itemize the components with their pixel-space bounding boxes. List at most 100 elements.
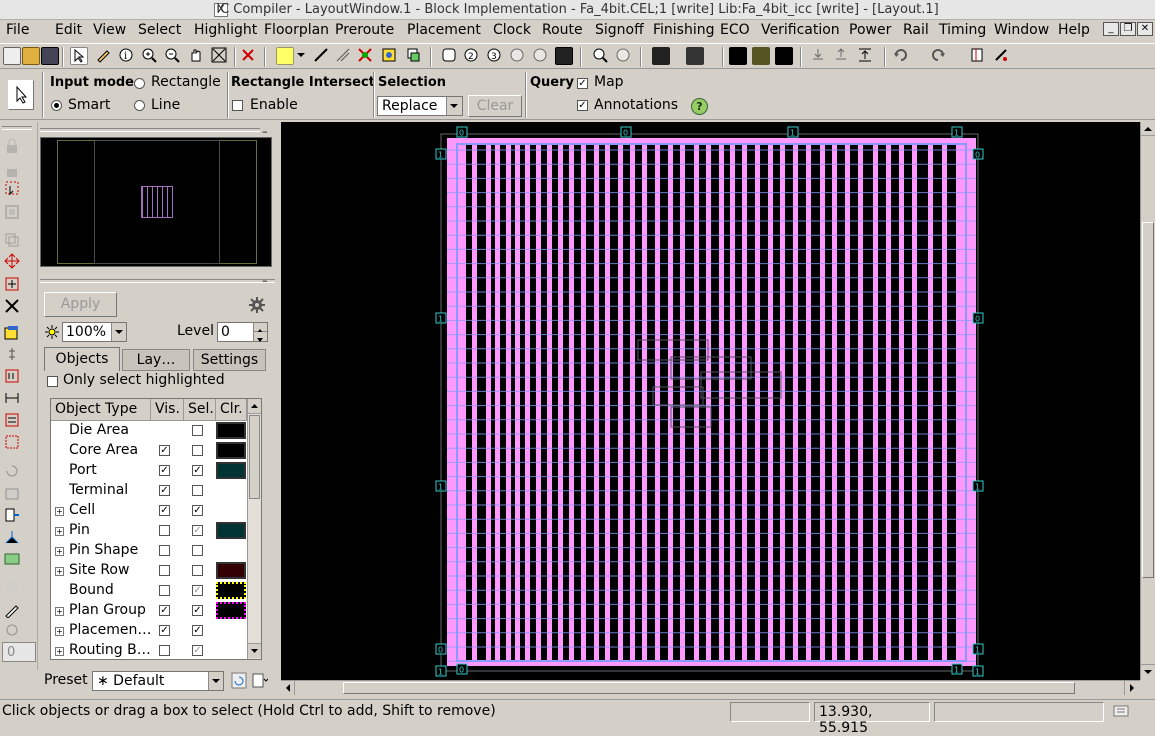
level-spinner[interactable]: 0 <box>217 322 268 342</box>
table-row[interactable]: + Placemen… ✓ ✓ <box>51 621 247 641</box>
table-row[interactable]: + Pin Shape <box>51 541 247 561</box>
selection-mode-select[interactable]: Replace <box>377 96 463 116</box>
align-icon[interactable] <box>857 47 875 65</box>
measure-icon[interactable] <box>335 47 353 65</box>
align-left-icon[interactable] <box>4 368 22 384</box>
menu-edit[interactable]: Edit <box>55 22 82 38</box>
color-swatch[interactable] <box>216 562 246 579</box>
menu-view[interactable]: View <box>93 22 126 38</box>
scroll-down-icon[interactable] <box>248 643 261 658</box>
table-row[interactable]: + Routing B… ✓ <box>51 641 247 659</box>
expand-icon[interactable]: + <box>55 627 64 636</box>
menu-verification[interactable]: Verification <box>761 22 840 38</box>
selectable-checkbox[interactable] <box>192 485 203 496</box>
pin-tool-icon[interactable] <box>4 507 22 523</box>
color-swatch[interactable] <box>216 522 246 539</box>
copy-icon[interactable] <box>4 232 22 248</box>
scroll-right-icon[interactable] <box>1124 681 1138 695</box>
chevron-down-icon[interactable] <box>296 47 306 65</box>
grid-icon[interactable] <box>4 434 22 450</box>
expand-icon[interactable]: + <box>55 507 64 516</box>
save-icon[interactable] <box>41 47 59 65</box>
image-tool-icon[interactable] <box>4 551 22 567</box>
step1-icon[interactable] <box>441 47 459 65</box>
visible-checkbox[interactable]: ✓ <box>159 625 170 636</box>
selectable-checkbox[interactable]: ✓ <box>192 625 203 636</box>
selectable-checkbox[interactable]: ✓ <box>192 585 203 596</box>
pencil-icon[interactable] <box>95 47 113 65</box>
col-object-type[interactable]: Object Type <box>51 399 151 421</box>
unlock-icon[interactable] <box>4 162 22 178</box>
menu-eco[interactable]: ECO <box>720 22 750 38</box>
selectable-checkbox[interactable] <box>192 445 203 456</box>
congestion-icon[interactable] <box>381 47 399 65</box>
selectable-checkbox[interactable]: ✓ <box>192 505 203 516</box>
spinner-down-icon[interactable] <box>253 332 267 342</box>
crosshair-icon[interactable] <box>4 622 22 638</box>
select-region-icon[interactable] <box>4 180 22 196</box>
info-icon[interactable]: i <box>118 47 136 65</box>
redo-icon[interactable] <box>930 47 948 65</box>
forward-icon[interactable] <box>615 47 633 65</box>
color-swatch[interactable] <box>216 582 246 599</box>
selectable-checkbox[interactable]: ✓ <box>192 605 203 616</box>
table-row[interactable]: + Cell ✓ ✓ <box>51 501 247 521</box>
col-visible[interactable]: Vis. <box>151 399 184 421</box>
menu-timing[interactable]: Timing <box>939 22 986 38</box>
scroll-up-icon[interactable] <box>1141 122 1155 136</box>
smart-radio[interactable] <box>51 100 62 111</box>
copy-tool-icon[interactable] <box>4 578 22 594</box>
step5-icon[interactable] <box>532 47 550 65</box>
fit-view-icon[interactable] <box>211 47 229 65</box>
pin-view-icon[interactable] <box>775 47 793 65</box>
clear-button[interactable]: Clear <box>468 95 522 117</box>
visible-checkbox[interactable]: ✓ <box>159 505 170 516</box>
delete-x-icon[interactable] <box>4 298 22 314</box>
select-tool-button[interactable] <box>8 80 34 110</box>
new-icon[interactable] <box>3 47 21 65</box>
move-down-icon[interactable] <box>810 47 828 65</box>
table-row[interactable]: Terminal ✓ <box>51 481 247 501</box>
selectable-checkbox[interactable] <box>192 425 203 436</box>
flylines-icon[interactable] <box>357 47 375 65</box>
camera-icon[interactable] <box>652 47 670 65</box>
apply-button[interactable]: Apply <box>44 292 117 317</box>
col-color[interactable]: Clr. <box>216 399 247 421</box>
expand-icon[interactable]: + <box>55 547 64 556</box>
annotations-checkbox[interactable]: ✓ <box>577 100 588 111</box>
menu-select[interactable]: Select <box>138 22 181 38</box>
menu-route[interactable]: Route <box>542 22 583 38</box>
visible-checkbox[interactable] <box>159 525 170 536</box>
scroll-up-icon[interactable] <box>248 399 261 414</box>
gear-icon[interactable] <box>248 296 266 318</box>
minimize-button[interactable]: _ <box>1103 22 1119 36</box>
canvas-vertical-scrollbar[interactable] <box>1140 122 1155 680</box>
open-folder-icon[interactable] <box>22 47 40 65</box>
cell-view-icon[interactable] <box>729 47 747 65</box>
lock-icon[interactable] <box>4 138 22 154</box>
visible-checkbox[interactable] <box>159 565 170 576</box>
selectable-checkbox[interactable]: ✓ <box>192 525 203 536</box>
overview-map[interactable] <box>40 137 272 267</box>
menu-rail[interactable]: Rail <box>903 22 929 38</box>
step3-icon[interactable]: 3 <box>486 47 504 65</box>
line-radio[interactable] <box>134 100 145 111</box>
selectable-checkbox[interactable]: ✓ <box>192 645 203 656</box>
restore-button[interactable]: ❐ <box>1120 22 1136 36</box>
zoom-percent-select[interactable]: 100% <box>62 322 127 342</box>
menu-signoff[interactable]: Signoff <box>595 22 644 38</box>
rectangle-radio[interactable] <box>134 78 145 89</box>
table-row[interactable]: + Pin ✓ <box>51 521 247 541</box>
col-selectable[interactable]: Sel. <box>184 399 216 421</box>
preset-select[interactable]: ∗ Default <box>92 671 224 691</box>
zoom-in-icon[interactable] <box>141 47 159 65</box>
selectable-checkbox[interactable] <box>192 545 203 556</box>
horizontal-scroll-thumb[interactable] <box>343 682 1075 694</box>
net-view-icon[interactable] <box>752 47 770 65</box>
visible-checkbox[interactable]: ✓ <box>159 605 170 616</box>
rotate-icon[interactable] <box>4 463 22 479</box>
tab-objects[interactable]: Objects <box>44 347 120 371</box>
group-icon[interactable] <box>4 204 22 220</box>
rectangle-tool-icon[interactable] <box>4 486 22 502</box>
tab-layers[interactable]: Lay… <box>122 349 190 371</box>
